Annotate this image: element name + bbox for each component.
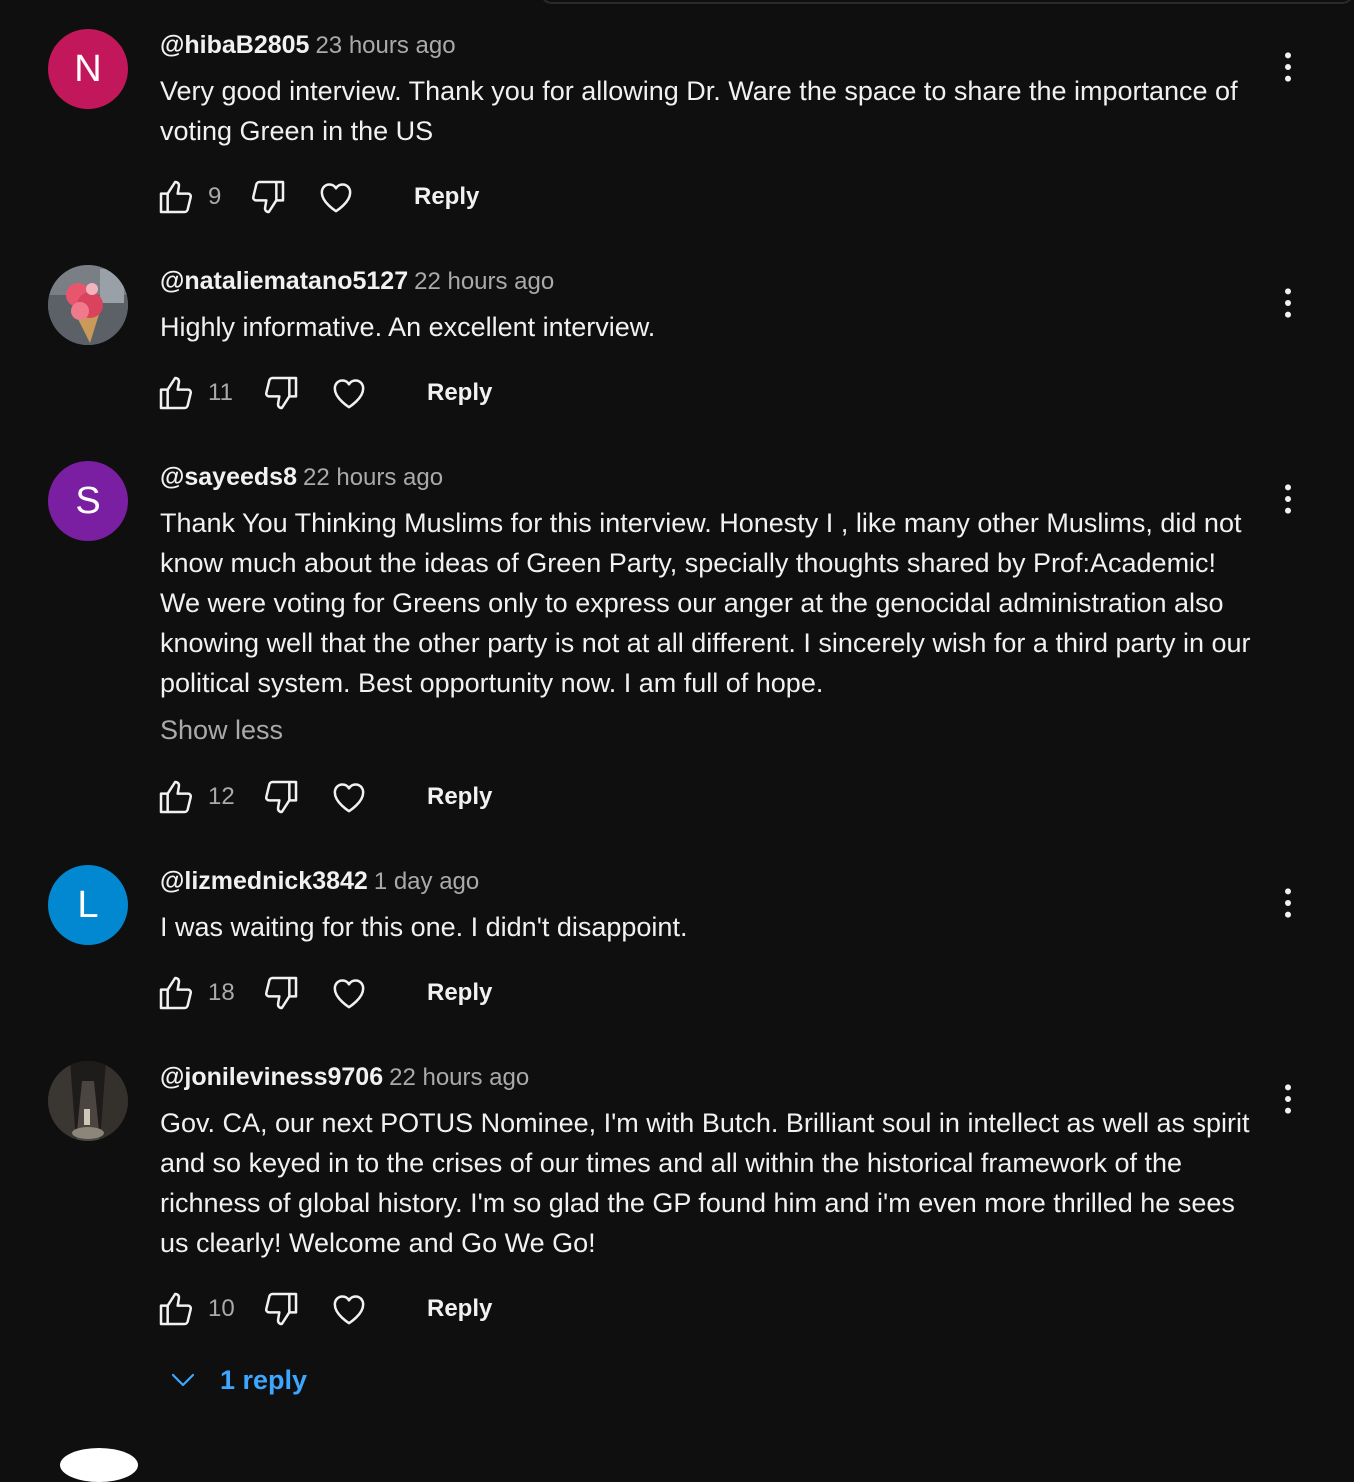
- like-button[interactable]: [156, 973, 196, 1013]
- comment-text: Very good interview. Thank you for allow…: [160, 76, 1246, 146]
- more-vert-icon: [1285, 1084, 1291, 1114]
- thumb-down-icon: [264, 1292, 298, 1326]
- next-avatar-edge: [60, 1448, 138, 1482]
- more-vert-icon: [1285, 888, 1291, 918]
- reply-button[interactable]: Reply: [414, 177, 479, 217]
- comment-header: @nataliematano5127 22 hours ago: [160, 267, 554, 296]
- comment-menu-button[interactable]: [1268, 47, 1308, 87]
- heart-icon: [320, 183, 352, 213]
- thumb-up-icon: [159, 180, 193, 214]
- like-count: 12: [208, 783, 235, 810]
- reply-button[interactable]: Reply: [427, 777, 492, 817]
- chevron-down-icon: [171, 1373, 195, 1387]
- thumb-up-icon: [159, 976, 193, 1010]
- thumb-up-icon: [159, 376, 193, 410]
- avatar-photo: [48, 1061, 128, 1141]
- thumb-down-icon: [264, 976, 298, 1010]
- view-replies-button[interactable]: 1 reply: [168, 1358, 307, 1402]
- heart-button[interactable]: [329, 373, 369, 413]
- author-name[interactable]: @jonileviness9706: [160, 1063, 383, 1091]
- dislike-button[interactable]: [261, 777, 301, 817]
- comment-time[interactable]: 23 hours ago: [315, 32, 455, 59]
- avatar[interactable]: S: [48, 461, 128, 541]
- avatar[interactable]: L: [48, 865, 128, 945]
- comment-menu-button[interactable]: [1268, 479, 1308, 519]
- like-button[interactable]: [156, 1289, 196, 1329]
- comment-text: Thank You Thinking Muslims for this inte…: [160, 508, 1259, 698]
- thumb-up-icon: [159, 780, 193, 814]
- avatar[interactable]: [48, 1061, 128, 1141]
- comment-text: Gov. CA, our next POTUS Nominee, I'm wit…: [160, 1108, 1258, 1258]
- avatar[interactable]: N: [48, 29, 128, 109]
- comment-text: Highly informative. An excellent intervi…: [160, 312, 656, 342]
- like-button[interactable]: [156, 177, 196, 217]
- comment-time[interactable]: 22 hours ago: [303, 464, 443, 491]
- heart-button[interactable]: [329, 1289, 369, 1329]
- comment-time[interactable]: 22 hours ago: [414, 268, 554, 295]
- panel-top-edge: [540, 0, 1354, 4]
- author-name[interactable]: @nataliematano5127: [160, 267, 408, 295]
- comment-menu-button[interactable]: [1268, 1079, 1308, 1119]
- dislike-button[interactable]: [261, 373, 301, 413]
- comment-menu-button[interactable]: [1268, 883, 1308, 923]
- heart-icon: [333, 1295, 365, 1325]
- dislike-button[interactable]: [261, 1289, 301, 1329]
- heart-icon: [333, 979, 365, 1009]
- like-count: 11: [208, 379, 233, 406]
- like-count: 9: [208, 183, 222, 210]
- show-less-button[interactable]: Show less: [160, 715, 283, 746]
- comment-header: @hibaB2805 23 hours ago: [160, 31, 456, 60]
- comment-time[interactable]: 22 hours ago: [389, 1064, 529, 1091]
- more-vert-icon: [1285, 288, 1291, 318]
- more-vert-icon: [1285, 52, 1291, 82]
- author-name[interactable]: @hibaB2805: [160, 31, 309, 59]
- like-count: 10: [208, 1295, 235, 1322]
- like-count: 18: [208, 979, 235, 1006]
- thumb-down-icon: [264, 376, 298, 410]
- comment-time[interactable]: 1 day ago: [374, 868, 479, 895]
- replies-count-label: 1 reply: [220, 1364, 308, 1395]
- comment-header: @lizmednick3842 1 day ago: [160, 867, 479, 896]
- reply-button[interactable]: Reply: [427, 373, 492, 413]
- like-button[interactable]: [156, 777, 196, 817]
- heart-button[interactable]: [329, 777, 369, 817]
- comment-text: I was waiting for this one. I didn't dis…: [160, 912, 688, 942]
- like-button[interactable]: [156, 373, 196, 413]
- comment-menu-button[interactable]: [1268, 283, 1308, 323]
- comment-header: @jonileviness9706 22 hours ago: [160, 1063, 529, 1092]
- thumb-down-icon: [251, 180, 285, 214]
- avatar[interactable]: [48, 265, 128, 345]
- thumb-down-icon: [264, 780, 298, 814]
- heart-icon: [333, 783, 365, 813]
- reply-button[interactable]: Reply: [427, 1289, 492, 1329]
- dislike-button[interactable]: [261, 973, 301, 1013]
- heart-button[interactable]: [329, 973, 369, 1013]
- heart-icon: [333, 379, 365, 409]
- heart-button[interactable]: [316, 177, 356, 217]
- avatar-photo: [48, 265, 128, 345]
- dislike-button[interactable]: [248, 177, 288, 217]
- author-name[interactable]: @lizmednick3842: [160, 867, 368, 895]
- reply-button[interactable]: Reply: [427, 973, 492, 1013]
- comment-header: @sayeeds8 22 hours ago: [160, 463, 443, 492]
- more-vert-icon: [1285, 484, 1291, 514]
- author-name[interactable]: @sayeeds8: [160, 463, 297, 491]
- thumb-up-icon: [159, 1292, 193, 1326]
